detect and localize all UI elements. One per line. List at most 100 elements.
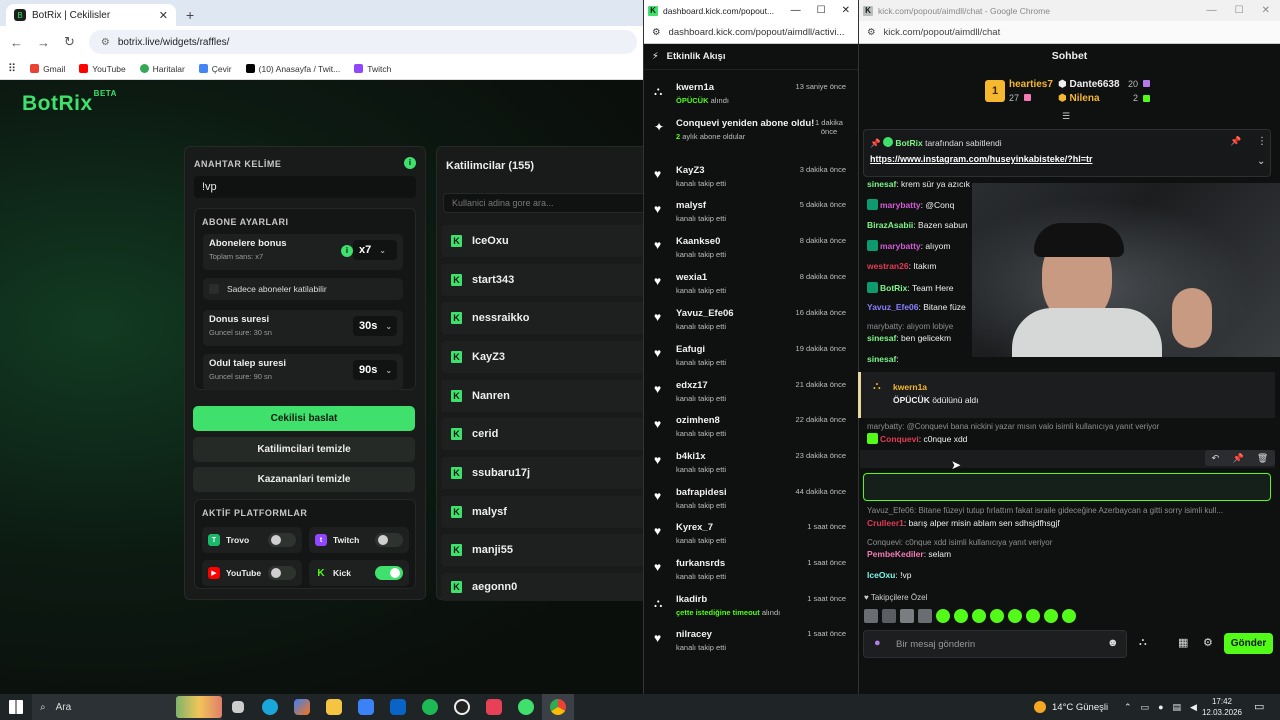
activity-item[interactable]: ♥ Eafugi kanalı takip etti 19 dakika önce	[644, 342, 858, 376]
site-info-icon[interactable]: ⚙	[101, 37, 110, 48]
taskbar-search[interactable]: ⌕ Ara	[32, 694, 222, 720]
clock[interactable]: 17:42 12.03.2026	[1200, 696, 1244, 718]
keyword-input[interactable]: !vp	[194, 176, 416, 198]
send-button[interactable]: Gönder	[1224, 633, 1273, 654]
leader-2-name[interactable]: ⬢ Dante6638	[1058, 79, 1120, 90]
back-icon[interactable]: ←	[10, 35, 23, 50]
activity-item[interactable]: ♥ b4ki1x kanalı takip etti 23 dakika önce	[644, 449, 858, 483]
kick-toggle[interactable]	[375, 566, 403, 580]
chat-message[interactable]: westran26: Itakım	[867, 261, 972, 271]
emote-icon[interactable]	[900, 609, 914, 623]
info-icon[interactable]: i	[404, 157, 416, 169]
bookmark-maps[interactable]: Haritalar	[139, 64, 185, 74]
activity-item[interactable]: ♥ wexia1 kanalı takip etti 8 dakika önce	[644, 270, 858, 304]
bookmark-gmail[interactable]: Gmail	[30, 64, 65, 74]
chat-message[interactable]: IceOxu: !vp	[867, 570, 911, 580]
pinned-link[interactable]: https://www.instagram.com/huseyinkabiste…	[870, 154, 1092, 164]
chat-message[interactable]: BotRix: Team Here	[867, 282, 972, 293]
chat-username[interactable]: marybatty	[880, 200, 921, 210]
microphone-icon[interactable]: ●	[874, 637, 881, 649]
twitch-toggle[interactable]	[375, 533, 403, 547]
participant-item[interactable]: Kmanji55	[441, 534, 651, 566]
chevron-down-icon[interactable]: ⌄	[1257, 156, 1265, 167]
close-tab-icon[interactable]: ✕	[159, 9, 168, 22]
activity-item[interactable]: ♥ KayZ3 kanalı takip etti 3 dakika önce	[644, 163, 858, 197]
clear-participants-button[interactable]: Katilimcilari temizle	[193, 437, 415, 462]
reward-user[interactable]: kwern1a	[893, 382, 927, 392]
activity-item[interactable]: ♥ edxz17 kanalı takip etti 21 dakika önce	[644, 378, 858, 412]
reply-icon[interactable]: ↶	[1212, 453, 1220, 464]
reload-icon[interactable]: ↻	[64, 34, 75, 50]
activity-item[interactable]: ♥ Kyrex_7 kanalı takip etti 1 saat önce	[644, 520, 858, 554]
chat-message[interactable]: sinesaf: ben gelicekm	[867, 333, 972, 343]
activity-item[interactable]: ⛬ kwern1a ÖPÜCÜK alındı 13 saniye önce	[644, 80, 858, 114]
chat-username[interactable]: sinesaf	[867, 333, 896, 343]
bookmark-x[interactable]: (10) Anasayfa / Twit...	[245, 64, 340, 74]
maximize-icon[interactable]: ☐	[1235, 5, 1244, 16]
activity-item[interactable]: ♥ ozimhen8 kanalı takip etti 22 dakika önce	[644, 413, 858, 447]
info-icon[interactable]: i	[341, 245, 353, 257]
explorer-app[interactable]	[318, 694, 350, 720]
leader-3-name[interactable]: ⬢ Nilena	[1058, 93, 1100, 104]
chat-message[interactable]: sinesaf: krem sür ya azıcık	[867, 179, 970, 189]
chat-message[interactable]: PembeKediler: selam	[867, 549, 951, 559]
maximize-icon[interactable]: ☐	[817, 5, 826, 16]
participant-item[interactable]: Kcerid	[441, 418, 651, 450]
weather-widget[interactable]: 14°C Güneşli	[1034, 694, 1108, 720]
bookmark-translate[interactable]: Çevir	[198, 64, 232, 74]
chat-message[interactable]: Crulleer1: barış alper misin ablam sen s…	[867, 518, 1060, 528]
apps-icon[interactable]: ⠿	[8, 62, 16, 75]
activity-item[interactable]: ✦ Conquevi yeniden abone oldu! 2 aylık abo…	[644, 116, 858, 160]
outlook-app[interactable]	[382, 694, 414, 720]
new-tab-icon[interactable]: +	[186, 7, 194, 23]
participant-item[interactable]: K IceOxu	[441, 225, 651, 257]
participant-item[interactable]: Kmalysf	[441, 496, 651, 528]
clear-winners-button[interactable]: Kazananlari temizle	[193, 467, 415, 492]
participant-item[interactable]: Kssubaru17j	[441, 457, 651, 489]
chat-username[interactable]: sinesaf	[867, 354, 896, 364]
youtube-toggle[interactable]	[268, 566, 296, 580]
store-app[interactable]	[350, 694, 382, 720]
start-button[interactable]	[0, 694, 32, 720]
spotify-app[interactable]	[414, 694, 446, 720]
expand-icon[interactable]: ☰	[1062, 111, 1070, 122]
chat-username[interactable]: Crulleer1	[867, 518, 904, 528]
site-info-icon[interactable]: ⚙	[652, 27, 661, 38]
emote-icon[interactable]	[1062, 609, 1076, 623]
network-icon[interactable]: ▤	[1173, 702, 1182, 713]
emote-icon[interactable]	[1008, 609, 1022, 623]
leader-1-name[interactable]: hearties7	[1009, 79, 1053, 90]
minimize-icon[interactable]: —	[1207, 5, 1217, 16]
activity-item[interactable]: ♥ furkansrds kanalı takip etti 1 saat önce	[644, 556, 858, 590]
chat-username[interactable]: IceOxu	[867, 570, 895, 580]
emote-icon[interactable]	[972, 609, 986, 623]
tray-overflow-icon[interactable]: ⌃	[1124, 702, 1132, 713]
duration-select[interactable]: 30s ⌄	[353, 316, 397, 336]
chat-username[interactable]: marybatty	[880, 241, 921, 251]
url-field[interactable]: ⚙ botrix.live/widgets/raffles/	[88, 30, 637, 54]
chat-username[interactable]: Conquevi	[880, 434, 919, 444]
chat-message[interactable]: marybatty: alıyom	[867, 240, 972, 251]
emote-icon[interactable]	[864, 609, 878, 623]
store-icon[interactable]: ▦	[1178, 636, 1188, 649]
trovo-toggle[interactable]	[268, 533, 296, 547]
emote-icon[interactable]	[882, 609, 896, 623]
activity-item[interactable]: ⛬ lkadirb çette istediğine timeout alındı 1…	[644, 592, 858, 626]
volume-icon[interactable]: ◀	[1190, 702, 1197, 713]
activity-item[interactable]: ♥ Kaankse0 kanalı takip etti 8 dakika önce	[644, 234, 858, 268]
activity-item[interactable]: ♥ malysf kanalı takip etti 5 dakika önce	[644, 198, 858, 232]
participant-item[interactable]: K Nanren	[441, 380, 651, 412]
task-view-button[interactable]	[222, 694, 254, 720]
start-raffle-button[interactable]: Cekilisi baslat	[193, 406, 415, 431]
chat-username[interactable]: PembeKediler	[867, 549, 924, 559]
url-text[interactable]: kick.com/popout/aimdll/chat	[884, 27, 1001, 38]
emote-icon[interactable]	[936, 609, 950, 623]
more-options-icon[interactable]: ⋮	[1257, 136, 1267, 147]
copilot-app[interactable]	[286, 694, 318, 720]
participant-item[interactable]: Kaegonn0	[441, 573, 651, 601]
site-info-icon[interactable]: ⚙	[867, 27, 876, 38]
bookmark-youtube[interactable]: YouTube	[79, 64, 126, 74]
gear-icon[interactable]: ⚙	[1203, 636, 1213, 649]
pin-icon[interactable]: 📌	[1232, 453, 1243, 464]
chat-message[interactable]: marybatty: @Conq	[867, 199, 972, 210]
